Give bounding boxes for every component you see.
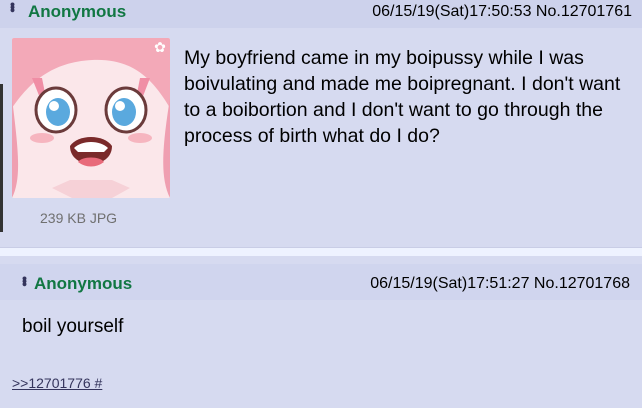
post-message: boil yourself (22, 316, 124, 337)
expand-image-icon[interactable]: ✿ (152, 40, 168, 54)
file-info[interactable]: 239 KB JPG (40, 210, 117, 226)
screen-edge (0, 84, 3, 232)
post-header: ••• Anonymous 06/15/19(Sat)17:50:53 No.1… (0, 0, 642, 28)
post-menu-icon[interactable]: ••• (5, 2, 21, 11)
poster-name: Anonymous (34, 274, 133, 293)
reply-quote-link[interactable]: >>12701776 # (12, 375, 102, 391)
poster-name: Anonymous (28, 2, 127, 21)
post-dateline[interactable]: 06/15/19(Sat)17:51:27 No.12701768 (370, 275, 630, 293)
post-header: ••• Anonymous 06/15/19(Sat)17:51:27 No.1… (0, 264, 642, 300)
post-message: My boyfriend came in my boipussy while I… (184, 47, 621, 147)
anime-girl-thumbnail[interactable] (12, 38, 170, 198)
post-menu-icon[interactable]: ••• (17, 276, 33, 285)
post-dateline[interactable]: 06/15/19(Sat)17:50:53 No.12701761 (372, 3, 632, 21)
